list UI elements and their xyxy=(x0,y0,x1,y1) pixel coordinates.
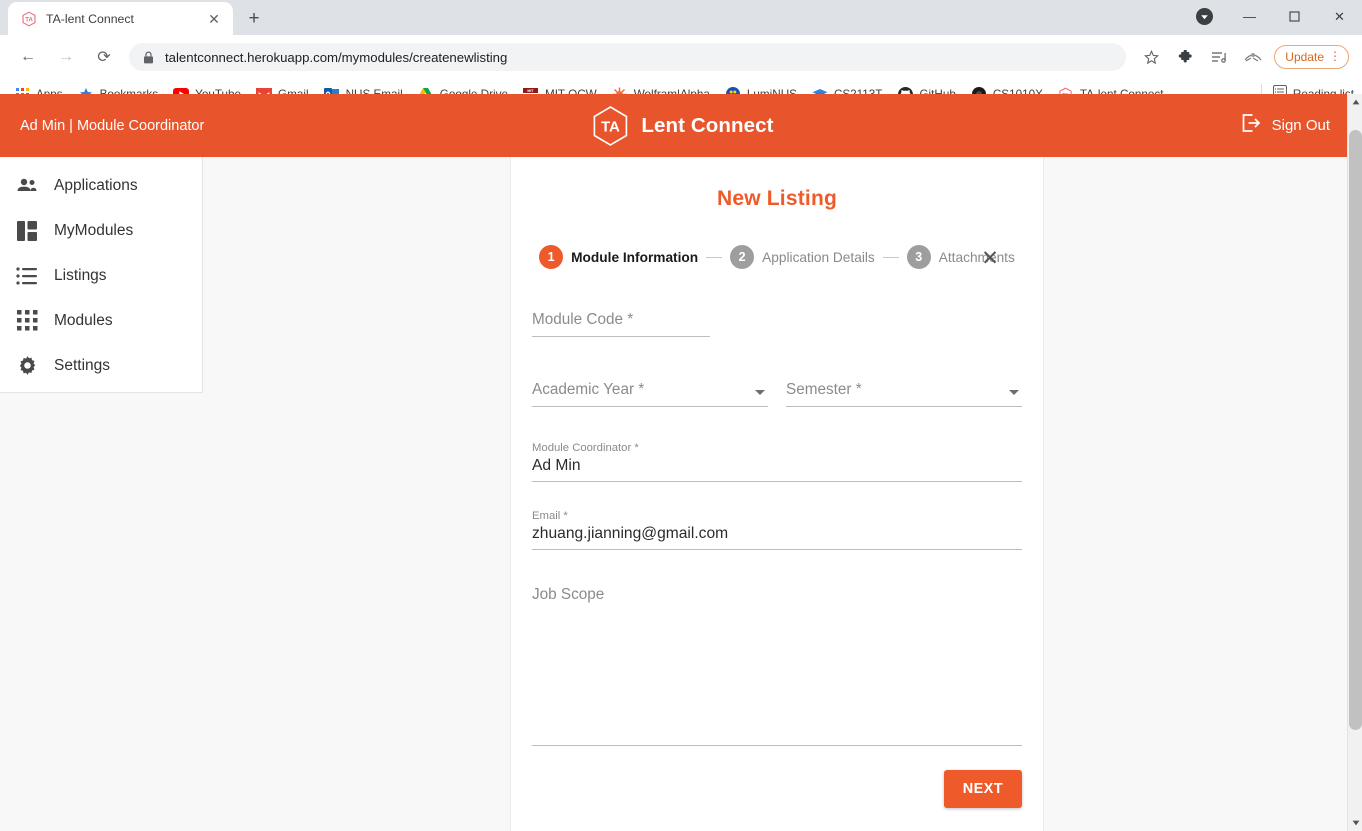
brand-name: Lent Connect xyxy=(641,113,774,137)
browser-window: TA TA-lent Connect ✕ + — ✕ ← → ⟳ talentc… xyxy=(0,0,1362,831)
toolbar-actions: Update ⋮ xyxy=(1134,44,1353,70)
address-bar-url: talentconnect.herokuapp.com/mymodules/cr… xyxy=(165,49,508,65)
list-icon xyxy=(14,263,40,289)
maximize-button[interactable] xyxy=(1272,0,1317,33)
sign-out-icon xyxy=(1240,112,1262,139)
reload-button[interactable]: ⟳ xyxy=(89,42,119,72)
sidebar-item-settings[interactable]: Settings xyxy=(0,343,202,388)
new-tab-button[interactable]: + xyxy=(240,4,268,32)
module-coordinator-value: Ad Min xyxy=(532,457,581,474)
window-controls: — ✕ xyxy=(1182,0,1362,33)
step-label: Module Information xyxy=(571,249,699,265)
email-value: zhuang.jianning@gmail.com xyxy=(532,525,729,542)
puzzle-piece-icon[interactable] xyxy=(1172,44,1198,70)
academic-year-label: Academic Year * xyxy=(532,381,645,398)
current-user-role: Ad Min | Module Coordinator xyxy=(20,117,205,134)
step-number: 2 xyxy=(730,245,755,269)
step-application-details[interactable]: 2 Application Details xyxy=(730,245,875,269)
module-coordinator-label: Module Coordinator * xyxy=(532,442,639,454)
close-dialog-button[interactable]: ✕ xyxy=(977,245,1003,271)
job-scope-underline xyxy=(532,745,1022,746)
module-code-label: Module Code * xyxy=(532,311,634,328)
tab-strip: TA TA-lent Connect ✕ + — ✕ xyxy=(0,0,1362,35)
lock-icon xyxy=(143,51,154,64)
apps-grid-icon xyxy=(14,308,40,334)
scrollbar-thumb[interactable] xyxy=(1349,130,1362,730)
chevron-down-icon[interactable] xyxy=(755,390,765,395)
scroll-down-button[interactable] xyxy=(1348,815,1362,831)
semester-select[interactable]: Semester * xyxy=(786,381,1022,407)
step-number: 3 xyxy=(906,245,931,269)
email-field[interactable]: Email * zhuang.jianning@gmail.com xyxy=(532,510,1022,550)
step-number: 1 xyxy=(539,245,564,269)
dashboard-icon xyxy=(14,218,40,244)
svg-text:TA: TA xyxy=(601,118,620,135)
modal-backdrop-left[interactable] xyxy=(203,157,511,831)
sidebar-item-label: Settings xyxy=(54,356,111,374)
star-icon[interactable] xyxy=(1138,44,1164,70)
download-button[interactable] xyxy=(1182,0,1227,33)
reading-list-add-icon[interactable] xyxy=(1206,44,1232,70)
modal-backdrop-right[interactable] xyxy=(1043,157,1350,831)
dialog-title: New Listing xyxy=(716,187,838,210)
sidebar-item-label: Applications xyxy=(54,176,138,194)
browser-toolbar: ← → ⟳ talentconnect.herokuapp.com/mymodu… xyxy=(0,35,1362,79)
ta-hexagon-logo: TA xyxy=(588,104,632,148)
ta-hexagon-favicon: TA xyxy=(21,11,37,27)
new-listing-dialog: New Listing ✕ 1 Module Information 2 App… xyxy=(511,157,1043,831)
app-body: Applications MyModules Listings Modules … xyxy=(0,157,1362,831)
download-icon xyxy=(1196,8,1213,25)
svg-text:TA: TA xyxy=(25,17,33,23)
forward-button[interactable]: → xyxy=(51,42,81,72)
sign-out-button[interactable]: Sign Out xyxy=(1240,112,1330,139)
close-window-button[interactable]: ✕ xyxy=(1317,0,1362,33)
svg-text:MIT: MIT xyxy=(528,89,535,93)
academic-year-select[interactable]: Academic Year * xyxy=(532,381,768,407)
gear-icon xyxy=(14,353,40,379)
job-scope-label: Job Scope xyxy=(532,586,605,603)
browser-menu-icon[interactable]: ⋮ xyxy=(1329,50,1341,62)
sidebar-item-listings[interactable]: Listings xyxy=(0,253,202,298)
sidebar-item-mymodules[interactable]: MyModules xyxy=(0,208,202,253)
sidebar-item-label: Modules xyxy=(54,311,113,329)
profile-avatar-icon[interactable] xyxy=(1240,44,1266,70)
sidebar-item-modules[interactable]: Modules xyxy=(0,298,202,343)
sidebar-item-applications[interactable]: Applications xyxy=(0,163,202,208)
module-code-field[interactable]: Module Code * xyxy=(532,311,710,337)
step-module-information[interactable]: 1 Module Information xyxy=(539,245,698,269)
semester-label: Semester * xyxy=(786,381,862,398)
tab-title: TA-lent Connect xyxy=(46,11,134,26)
year-semester-row: Academic Year * Semester * xyxy=(532,381,1022,407)
app-brand[interactable]: TA Lent Connect xyxy=(588,104,773,148)
update-button[interactable]: Update ⋮ xyxy=(1274,45,1349,69)
step-connector xyxy=(706,256,723,258)
minimize-button[interactable]: — xyxy=(1227,0,1272,33)
module-information-form: Module Code * Academic Year * Semester * xyxy=(532,311,1022,808)
next-button[interactable]: NEXT xyxy=(943,770,1022,808)
app-header: Ad Min | Module Coordinator TA Lent Conn… xyxy=(0,94,1362,157)
step-connector xyxy=(882,256,899,258)
chevron-down-icon[interactable] xyxy=(1009,390,1019,395)
address-bar[interactable]: talentconnect.herokuapp.com/mymodules/cr… xyxy=(129,43,1127,71)
scroll-up-button[interactable] xyxy=(1348,94,1362,110)
back-button[interactable]: ← xyxy=(13,42,43,72)
job-scope-textarea[interactable]: Job Scope xyxy=(532,586,1022,746)
step-label: Application Details xyxy=(762,249,875,265)
tab-close-icon[interactable]: ✕ xyxy=(205,10,223,28)
dialog-actions: NEXT xyxy=(532,770,1022,808)
web-page: Ad Min | Module Coordinator TA Lent Conn… xyxy=(0,94,1362,831)
sidebar-item-label: Listings xyxy=(54,266,107,284)
people-icon xyxy=(14,173,40,199)
wizard-stepper: 1 Module Information 2 Application Detai… xyxy=(532,245,1022,269)
update-button-label: Update xyxy=(1285,50,1324,64)
browser-tab[interactable]: TA TA-lent Connect ✕ xyxy=(8,2,233,35)
page-scrollbar[interactable] xyxy=(1347,94,1362,831)
sidebar: Applications MyModules Listings Modules … xyxy=(0,157,203,393)
module-coordinator-field[interactable]: Module Coordinator * Ad Min xyxy=(532,442,1022,482)
sign-out-label: Sign Out xyxy=(1271,117,1330,134)
sidebar-item-label: MyModules xyxy=(54,221,134,239)
email-label: Email * xyxy=(532,510,568,522)
